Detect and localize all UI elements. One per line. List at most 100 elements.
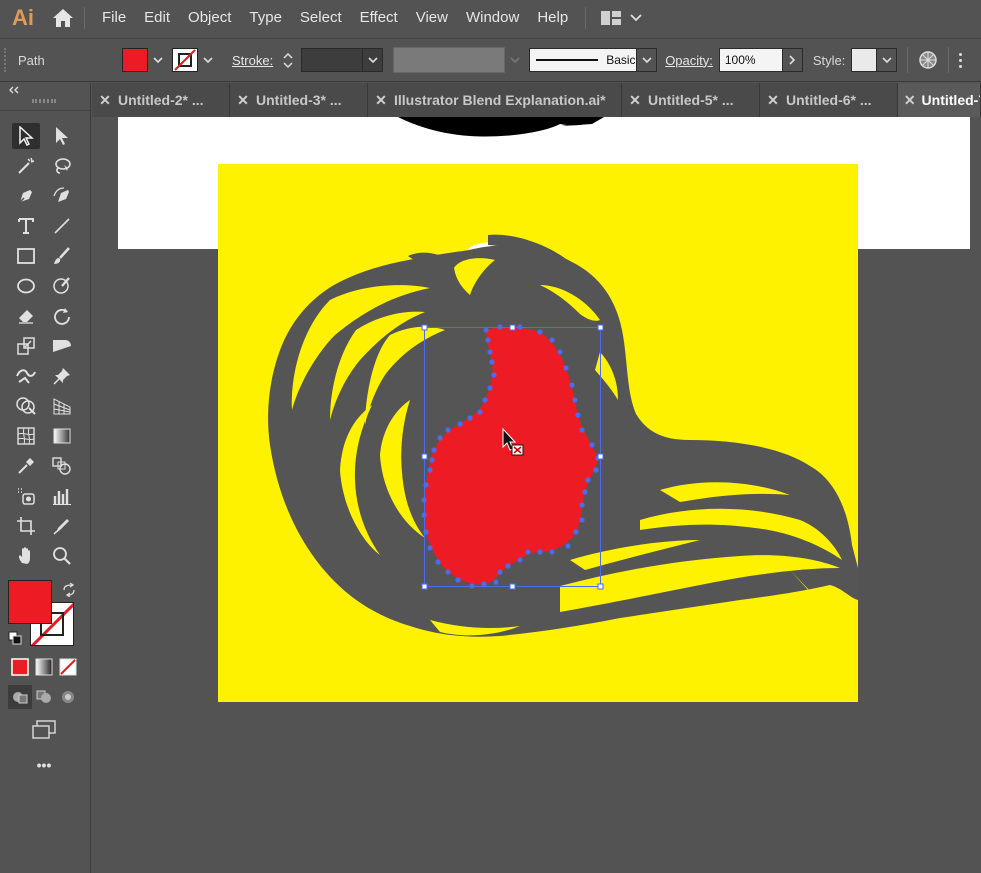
edit-toolbar-button[interactable]: ••• <box>30 757 58 773</box>
fill-dropdown[interactable] <box>148 48 168 72</box>
profile-dropdown[interactable] <box>505 48 525 72</box>
graphic-style-swatch[interactable] <box>851 48 878 72</box>
eyedropper-tool-icon[interactable] <box>12 453 40 479</box>
recolor-artwork-button[interactable] <box>914 46 942 74</box>
fill-swatch[interactable] <box>122 48 148 72</box>
brush-dropdown[interactable] <box>637 48 658 72</box>
tab-untitled-3[interactable]: ✕ Untitled-3* ... <box>230 83 368 117</box>
more-options-button[interactable] <box>959 52 963 68</box>
warp-tool-icon[interactable] <box>48 333 76 359</box>
close-icon[interactable]: ✕ <box>368 92 394 109</box>
draw-inside-button[interactable] <box>56 685 80 709</box>
workspace-switcher[interactable] <box>600 10 642 26</box>
blend-tool-icon[interactable] <box>48 453 76 479</box>
line-tool-icon[interactable] <box>48 213 76 239</box>
selection-type-label: Path <box>18 52 45 68</box>
default-colors-icon[interactable] <box>8 631 22 645</box>
panel-grip[interactable] <box>32 99 56 103</box>
canvas-area[interactable] <box>92 117 981 873</box>
stroke-label[interactable]: Stroke: <box>232 53 273 68</box>
close-icon[interactable]: ✕ <box>92 92 118 109</box>
paintbrush-tool-icon[interactable] <box>48 243 76 269</box>
scale-tool-icon[interactable] <box>12 333 40 359</box>
menu-effect[interactable]: Effect <box>351 0 407 36</box>
blob-brush-tool-icon[interactable] <box>48 273 76 299</box>
menu-select[interactable]: Select <box>291 0 351 36</box>
app-logo: Ai <box>12 5 34 30</box>
tab-untitled-5[interactable]: ✕ Untitled-5* ... <box>622 83 760 117</box>
home-icon[interactable] <box>50 5 76 31</box>
gradient-mode-button[interactable] <box>32 655 56 679</box>
menu-edit[interactable]: Edit <box>135 0 179 36</box>
stroke-dropdown[interactable] <box>198 48 218 72</box>
artwork[interactable] <box>92 117 981 873</box>
grip-handle[interactable] <box>4 48 14 72</box>
color-wheel-icon <box>919 51 938 69</box>
pin-tool-icon[interactable] <box>48 363 76 389</box>
menu-type[interactable]: Type <box>240 0 291 36</box>
menu-object[interactable]: Object <box>179 0 240 36</box>
magic-wand-tool-icon[interactable] <box>12 153 40 179</box>
draw-normal-button[interactable] <box>8 685 32 709</box>
pen-tool-icon[interactable] <box>12 183 40 209</box>
style-dropdown[interactable] <box>877 48 898 72</box>
chevron-down-icon <box>510 57 520 63</box>
direct-selection-tool-icon[interactable] <box>48 123 76 149</box>
menu-help[interactable]: Help <box>528 0 577 36</box>
screen-mode-icon[interactable] <box>30 717 58 743</box>
stroke-weight-input[interactable] <box>301 48 364 72</box>
menu-window[interactable]: Window <box>457 0 528 36</box>
illustrator-window: Ai File Edit Object Type Select Effect V… <box>0 0 981 873</box>
mesh-tool-icon[interactable] <box>12 423 40 449</box>
ellipse-tool-icon[interactable] <box>12 273 40 299</box>
tab-label: Untitled-7 <box>921 92 980 108</box>
rectangle-tool-icon[interactable] <box>12 243 40 269</box>
none-mode-button[interactable] <box>56 655 80 679</box>
chevron-down-icon <box>153 57 163 63</box>
tab-untitled-2[interactable]: ✕ Untitled-2* ... <box>92 83 230 117</box>
color-mode-button[interactable] <box>8 655 32 679</box>
type-tool-icon[interactable] <box>12 213 40 239</box>
artboard-tool-icon[interactable] <box>12 513 40 539</box>
selection-tool-icon[interactable] <box>12 123 40 149</box>
close-icon[interactable]: ✕ <box>230 92 256 109</box>
tab-untitled-6[interactable]: ✕ Untitled-6* ... <box>760 83 898 117</box>
curvature-tool-icon[interactable] <box>48 183 76 209</box>
opacity-label[interactable]: Opacity: <box>665 53 713 68</box>
tab-illustrator-blend-explanation[interactable]: ✕ Illustrator Blend Explanation.ai* <box>368 83 622 117</box>
eraser-tool-icon[interactable] <box>12 303 40 329</box>
stroke-weight-dropdown[interactable] <box>363 48 384 72</box>
slice-tool-icon[interactable] <box>48 513 76 539</box>
free-transform-tool-icon[interactable] <box>12 363 40 389</box>
rotate-tool-icon[interactable] <box>48 303 76 329</box>
column-graph-tool-icon[interactable] <box>48 483 76 509</box>
shape-builder-tool-icon[interactable] <box>12 393 40 419</box>
menu-view[interactable]: View <box>407 0 457 36</box>
menu-file[interactable]: File <box>93 0 135 36</box>
gradient-tool-icon[interactable] <box>48 423 76 449</box>
opacity-arrow[interactable] <box>782 48 803 72</box>
stroke-weight-stepper[interactable] <box>279 48 297 72</box>
tab-label: Untitled-6* ... <box>786 92 872 108</box>
hand-tool-icon[interactable] <box>12 543 40 569</box>
tab-untitled-7-active[interactable]: ✕ Untitled-7 <box>898 83 981 117</box>
close-icon[interactable]: ✕ <box>760 92 786 109</box>
brush-definition[interactable]: Basic <box>529 48 638 72</box>
control-divider <box>948 47 950 73</box>
opacity-input[interactable]: 100% <box>718 48 783 72</box>
symbol-sprayer-tool-icon[interactable] <box>12 483 40 509</box>
tab-label: Illustrator Blend Explanation.ai* <box>394 92 606 108</box>
stroke-swatch[interactable] <box>172 48 198 72</box>
zoom-tool-icon[interactable] <box>48 543 76 569</box>
perspective-grid-tool-icon[interactable] <box>48 393 76 419</box>
swap-colors-icon[interactable] <box>62 583 76 597</box>
menu-divider <box>84 7 85 29</box>
lasso-tool-icon[interactable] <box>48 153 76 179</box>
collapse-panel-icon[interactable] <box>8 86 20 94</box>
draw-behind-button[interactable] <box>32 685 56 709</box>
tools-panel-header[interactable] <box>0 83 90 111</box>
fill-color-swatch[interactable] <box>8 580 52 624</box>
close-icon[interactable]: ✕ <box>622 92 648 109</box>
close-icon[interactable]: ✕ <box>898 92 922 109</box>
variable-width-profile[interactable] <box>393 47 506 73</box>
